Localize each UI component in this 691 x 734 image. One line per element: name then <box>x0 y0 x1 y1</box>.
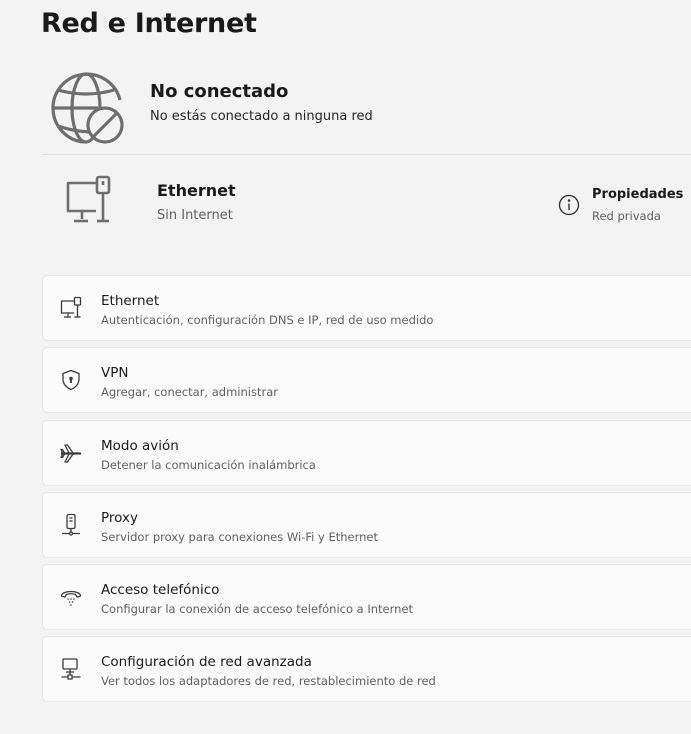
ethernet-icon <box>60 296 82 318</box>
properties-button[interactable]: Propiedades Red privada <box>558 185 691 229</box>
settings-item-subtitle: Servidor proxy para conexiones Wi-Fi y E… <box>101 530 378 544</box>
settings-item-proxy[interactable]: Proxy Servidor proxy para conexiones Wi-… <box>42 492 691 558</box>
status-subtitle: No estás conectado a ninguna red <box>150 109 373 124</box>
settings-item-title: VPN <box>101 365 129 381</box>
info-icon <box>558 194 580 216</box>
dial-up-phone-icon <box>60 590 82 606</box>
settings-item-title: Acceso telefónico <box>101 582 220 598</box>
ethernet-title: Ethernet <box>157 181 236 200</box>
settings-item-title: Proxy <box>101 510 138 526</box>
settings-item-subtitle: Agregar, conectar, administrar <box>101 385 278 399</box>
connection-status: No conectado No estás conectado a ningun… <box>42 64 691 155</box>
settings-item-subtitle: Detener la comunicación inalámbrica <box>101 458 316 472</box>
settings-item-subtitle: Configurar la conexión de acceso telefón… <box>101 602 414 616</box>
airplane-icon <box>60 444 82 463</box>
vpn-shield-icon <box>62 369 80 391</box>
settings-item-subtitle: Autenticación, configuración DNS e IP, r… <box>101 313 434 327</box>
globe-disconnected-icon <box>51 72 124 144</box>
proxy-icon <box>62 513 80 536</box>
settings-item-title: Configuración de red avanzada <box>101 654 312 670</box>
settings-item-advanced-network[interactable]: Configuración de red avanzada Ver todos … <box>42 636 691 702</box>
ethernet-summary: Ethernet Sin Internet Propiedades Red pr… <box>42 155 691 255</box>
ethernet-pc-icon <box>66 175 111 223</box>
settings-item-vpn[interactable]: VPN Agregar, conectar, administrar <box>42 347 691 413</box>
settings-item-airplane-mode[interactable]: Modo avión Detener la comunicación inalá… <box>42 420 691 486</box>
settings-item-dial-up[interactable]: Acceso telefónico Configurar la conexión… <box>42 564 691 630</box>
settings-item-title: Modo avión <box>101 438 179 454</box>
properties-network-type: Red privada <box>592 209 661 223</box>
ethernet-status: Sin Internet <box>157 208 233 223</box>
settings-item-subtitle: Ver todos los adaptadores de red, restab… <box>101 674 436 688</box>
page-title: Red e Internet <box>41 8 257 39</box>
settings-item-ethernet[interactable]: Ethernet Autenticación, configuración DN… <box>42 275 691 341</box>
status-title: No conectado <box>150 81 289 102</box>
advanced-network-icon <box>61 658 81 680</box>
settings-item-title: Ethernet <box>101 293 160 309</box>
properties-label: Propiedades <box>592 187 684 202</box>
